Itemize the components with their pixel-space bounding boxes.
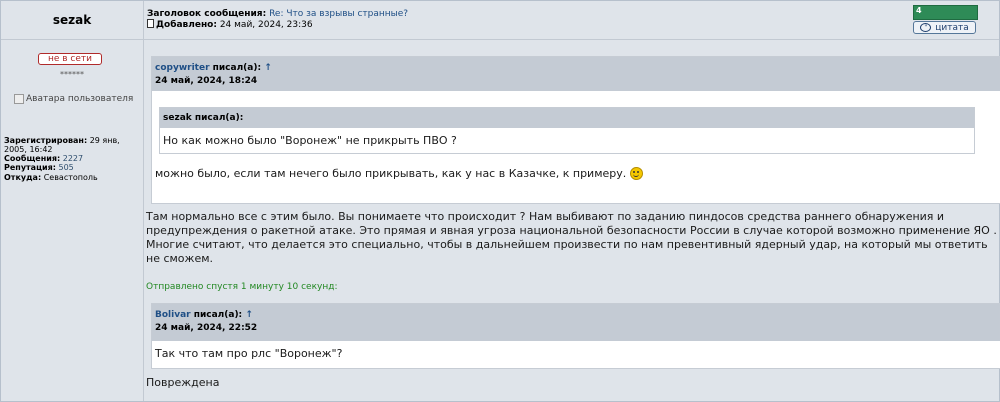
- author-profile: не в сети ****** Аватара пользователя За…: [1, 40, 144, 401]
- smile-icon: [630, 167, 644, 180]
- from-label: Откуда:: [4, 173, 42, 182]
- messages-count: 2227: [62, 154, 84, 163]
- added-date: 24 май, 2024, 23:36: [219, 20, 313, 30]
- nested-quote-block: sezak писал(а): Но как можно было "Ворон…: [159, 107, 975, 154]
- sent-after-note: Отправлено спустя 1 минуту 10 секунд:: [146, 282, 338, 292]
- post-link-icon[interactable]: [147, 19, 154, 28]
- post-body: copywriter писал(а): ↑ 24 май, 2024, 18:…: [144, 40, 1000, 401]
- location: Откуда: Севастополь: [4, 173, 98, 182]
- quote-date: 24 май, 2024, 22:52: [155, 323, 258, 333]
- quote-author: Bolivar писал(а): ↑: [155, 310, 253, 320]
- post-reply-text: Повреждена: [146, 376, 220, 389]
- quote-header: copywriter писал(а): ↑ 24 май, 2024, 18:…: [152, 57, 1000, 91]
- jump-to-post-arrow-icon[interactable]: ↑: [264, 63, 272, 73]
- avatar: Аватара пользователя: [14, 94, 133, 104]
- quote-text-row: можно было, если там нечего было прикрыв…: [155, 167, 644, 180]
- nested-quote-author: sezak писал(а):: [163, 113, 243, 123]
- post-header: Заголовок сообщения: Re: Что за взрывы с…: [144, 1, 999, 40]
- broken-image-icon: [14, 94, 24, 104]
- jump-to-post-arrow-icon[interactable]: ↑: [245, 310, 253, 320]
- post-author-name[interactable]: sezak: [53, 13, 91, 27]
- messages-label: Сообщения:: [4, 154, 61, 163]
- nested-quote-text: Но как можно было "Воронеж" не прикрыть …: [163, 134, 457, 147]
- quote-author-name[interactable]: copywriter: [155, 63, 210, 73]
- post-date: Добавлено: 24 май, 2024, 23:36: [147, 19, 313, 30]
- quote-author: copywriter писал(а): ↑: [155, 63, 272, 73]
- reputation-bar: 4: [913, 5, 978, 20]
- quote-block: copywriter писал(а): ↑ 24 май, 2024, 18:…: [151, 56, 1000, 204]
- reputation-label: Репутация:: [4, 163, 56, 172]
- quote-author-name[interactable]: Bolivar: [155, 310, 191, 320]
- quote-block: Bolivar писал(а): ↑ 24 май, 2024, 22:52 …: [151, 303, 1000, 369]
- post-subject: Заголовок сообщения: Re: Что за взрывы с…: [147, 9, 408, 19]
- quote-text: Так что там про рлс "Воронеж"?: [155, 347, 343, 360]
- quote-button-label: цитата: [935, 22, 969, 33]
- reputation-bar-value: 4: [916, 6, 922, 15]
- forum-post: sezak Заголовок сообщения: Re: Что за вз…: [0, 0, 1000, 402]
- post-author-cell: sezak: [1, 1, 144, 40]
- from-value: Севастополь: [43, 173, 98, 182]
- quote-header: Bolivar писал(а): ↑ 24 май, 2024, 22:52: [152, 304, 1000, 341]
- nested-quote-wrote: писал(а):: [194, 113, 244, 123]
- subject-label: Заголовок сообщения:: [147, 9, 267, 19]
- online-status-badge: не в сети: [38, 53, 102, 65]
- rank-stars: ******: [60, 70, 84, 79]
- nested-quote-author-name: sezak: [163, 113, 192, 123]
- quote-wrote: писал(а):: [193, 310, 243, 320]
- quote-wrote: писал(а):: [212, 63, 262, 73]
- quote-date: 24 май, 2024, 18:24: [155, 76, 258, 86]
- added-label: Добавлено:: [156, 20, 217, 30]
- post-text: Там нормально все с этим было. Вы понима…: [146, 210, 997, 265]
- reputation-value[interactable]: 505: [58, 163, 73, 172]
- quote-icon: ": [920, 23, 932, 32]
- quote-text: можно было, если там нечего было прикрыв…: [155, 167, 627, 180]
- quote-button[interactable]: " цитата: [913, 21, 976, 34]
- subject-link[interactable]: Re: Что за взрывы странные?: [269, 9, 408, 19]
- avatar-alt-text: Аватара пользователя: [26, 94, 134, 104]
- registered-label: Зарегистрирован:: [4, 136, 88, 145]
- nested-quote-header: sezak писал(а):: [160, 108, 974, 128]
- profile-info: Зарегистрирован: 29 янв, 2005, 16:42 Соо…: [4, 136, 140, 172]
